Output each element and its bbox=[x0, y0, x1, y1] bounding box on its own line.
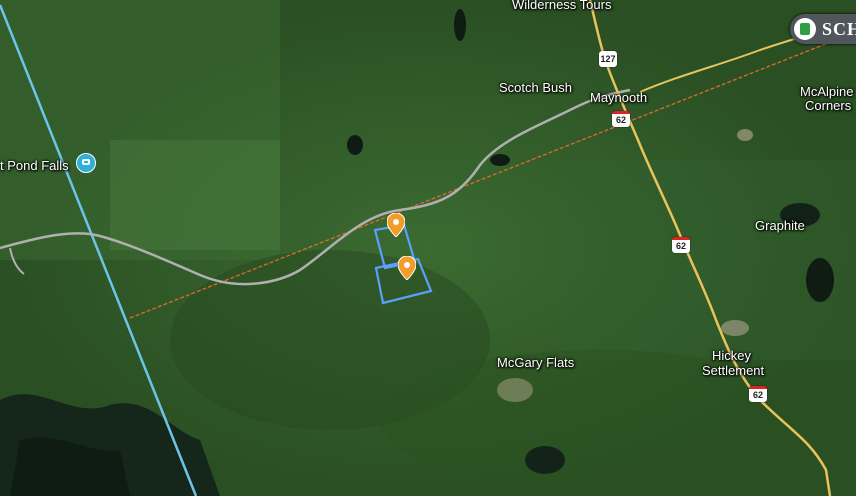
place-label-mcgary-flats[interactable]: McGary Flats bbox=[497, 355, 574, 370]
camera-poi-icon[interactable] bbox=[76, 153, 96, 173]
house-logo-icon bbox=[794, 18, 816, 40]
place-label-settlement[interactable]: Settlement bbox=[702, 363, 764, 378]
brand-badge-text: SCH bbox=[822, 19, 856, 39]
route-shield-62-b: 62 bbox=[672, 237, 690, 253]
place-label-corners[interactable]: Corners bbox=[805, 98, 851, 113]
property-pin-south[interactable] bbox=[398, 256, 416, 280]
satellite-imagery bbox=[0, 0, 856, 496]
route-shield-62-a: 62 bbox=[612, 111, 630, 127]
place-label-graphite[interactable]: Graphite bbox=[755, 218, 805, 233]
place-label-hickey[interactable]: Hickey bbox=[712, 348, 751, 363]
brand-badge[interactable]: SCH bbox=[790, 14, 856, 44]
place-label-wilderness-tours[interactable]: Wilderness Tours bbox=[512, 0, 611, 12]
property-pin-north[interactable] bbox=[387, 213, 405, 237]
route-shield-127: 127 bbox=[599, 51, 617, 67]
route-shield-62-c: 62 bbox=[749, 386, 767, 402]
place-label-maynooth[interactable]: Maynooth bbox=[590, 90, 647, 105]
place-label-pond-falls[interactable]: t Pond Falls bbox=[0, 158, 69, 173]
map-canvas[interactable]: Wilderness Tours Scotch Bush Maynooth Mc… bbox=[0, 0, 856, 496]
place-label-scotch-bush[interactable]: Scotch Bush bbox=[499, 80, 572, 95]
place-label-mcalpine[interactable]: McAlpine bbox=[800, 84, 853, 99]
